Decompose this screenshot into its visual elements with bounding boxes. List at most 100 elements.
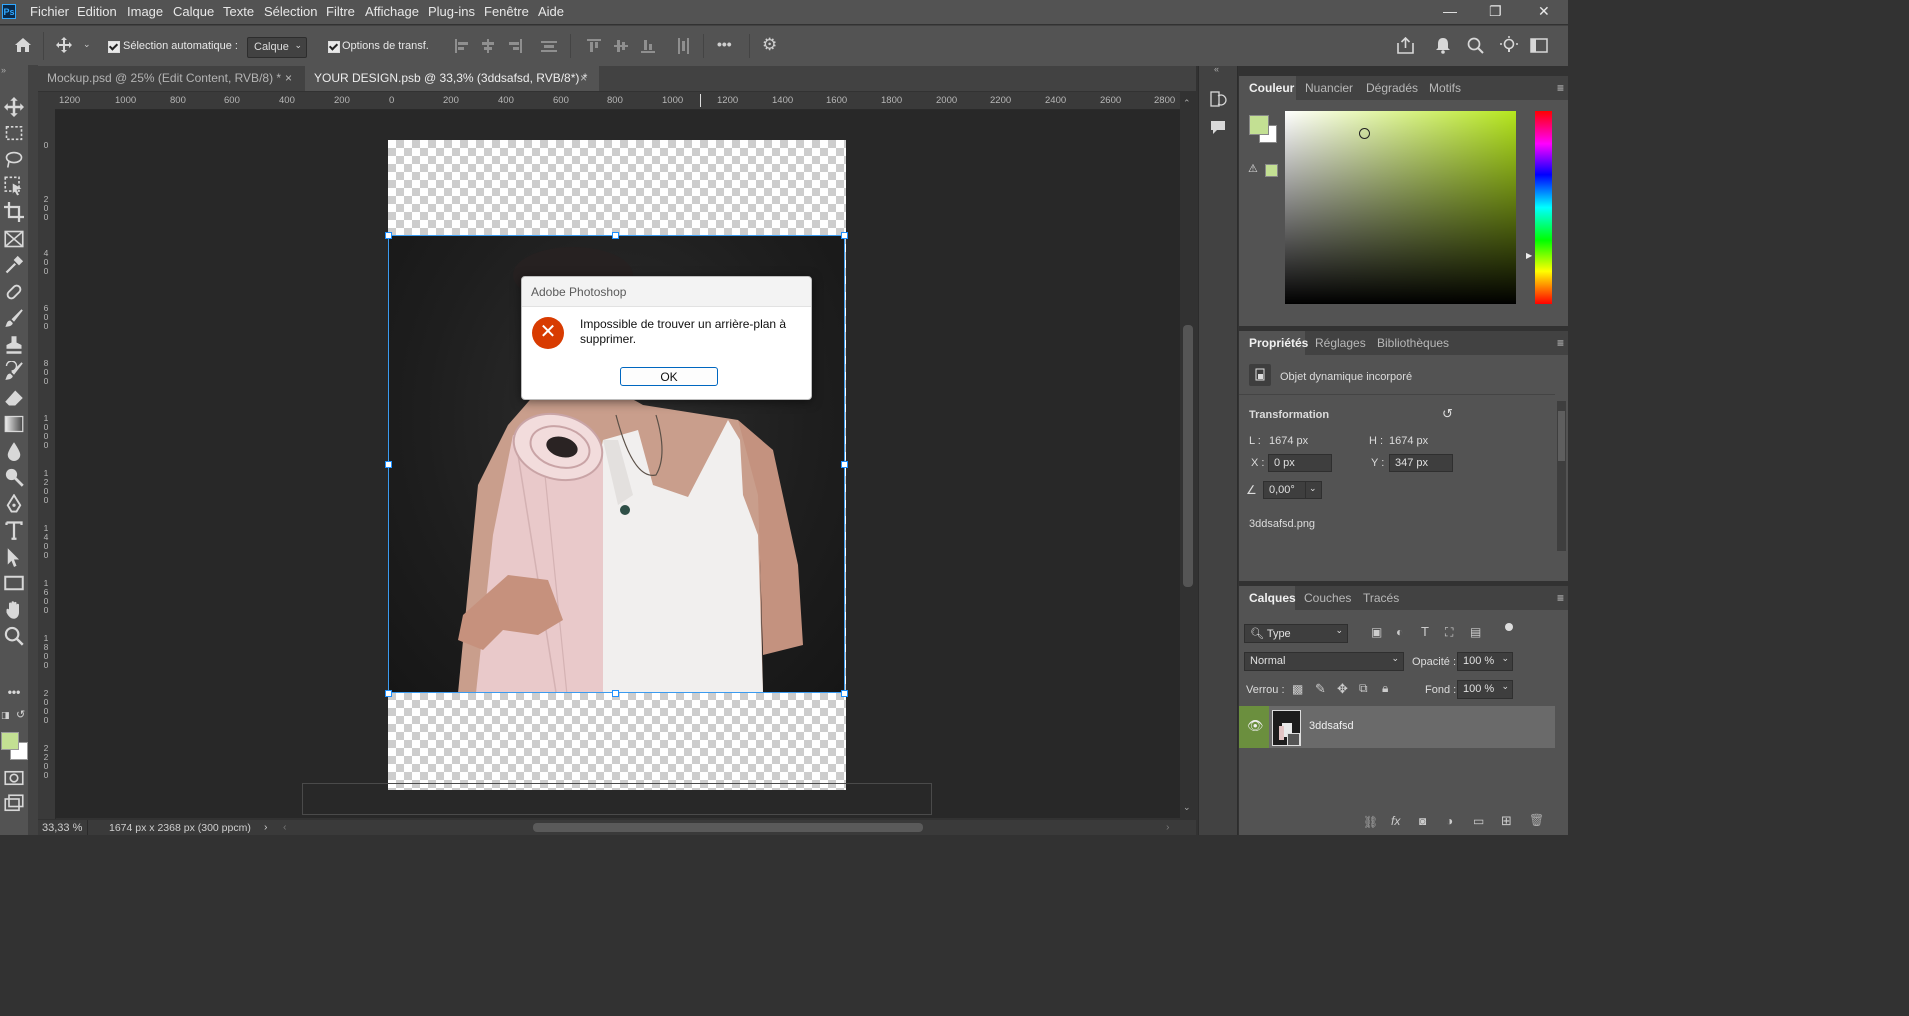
filter-adjustment-icon[interactable]: ◐: [1396, 625, 1403, 639]
tab-couches[interactable]: Couches: [1304, 591, 1351, 605]
vertical-scroll-thumb[interactable]: [1183, 325, 1193, 587]
lock-transparency-icon[interactable]: ▩: [1292, 682, 1303, 696]
transform-handle-left[interactable]: [385, 461, 392, 468]
delete-layer-icon[interactable]: 🗑︎: [1529, 813, 1544, 827]
ok-button[interactable]: OK: [620, 367, 718, 386]
lock-pixels-icon[interactable]: ✎: [1315, 681, 1326, 697]
color-picker-cursor[interactable]: [1359, 128, 1370, 139]
crop-tool-icon[interactable]: [4, 202, 24, 222]
tab-your-design[interactable]: YOUR DESIGN.psb @ 33,3% (3ddsafsd, RVB/8…: [305, 66, 599, 91]
history-panel-icon[interactable]: [1209, 90, 1227, 108]
quick-mask-icon[interactable]: [4, 768, 24, 788]
eye-icon[interactable]: 👁︎: [1247, 718, 1264, 734]
color-field[interactable]: [1285, 111, 1516, 304]
filter-type-icon[interactable]: T: [1421, 624, 1429, 639]
move-tool-icon[interactable]: [56, 37, 72, 53]
menu-image[interactable]: Image: [127, 4, 163, 19]
filter-shape-icon[interactable]: ⛶: [1445, 625, 1453, 640]
add-mask-icon[interactable]: ◙: [1419, 814, 1426, 828]
menu-calque[interactable]: Calque: [173, 4, 214, 19]
scroll-down-icon[interactable]: ⌄: [1183, 802, 1191, 813]
gamut-color-swatch[interactable]: [1265, 164, 1278, 177]
new-layer-icon[interactable]: ⊞: [1501, 813, 1512, 829]
move-tool-icon[interactable]: [4, 97, 24, 117]
type-tool-icon[interactable]: [4, 520, 24, 540]
stamp-tool-icon[interactable]: [4, 335, 24, 355]
tab-couleur[interactable]: Couleur: [1249, 81, 1294, 95]
hue-slider-marker[interactable]: ▶: [1526, 251, 1532, 260]
default-colors-icon[interactable]: ◨: [1, 710, 10, 721]
zoom-tool-icon[interactable]: [4, 626, 24, 646]
reset-transform-icon[interactable]: ↺: [1442, 406, 1453, 422]
more-icon[interactable]: •••: [717, 36, 732, 52]
zoom-level[interactable]: 33,33 %: [42, 822, 82, 834]
align-middle-icon[interactable]: [614, 39, 628, 53]
object-selection-tool-icon[interactable]: [4, 176, 24, 196]
status-menu-arrow[interactable]: ›: [264, 821, 268, 833]
workspace-icon[interactable]: [1530, 38, 1548, 53]
transform-handle-top-left[interactable]: [385, 232, 392, 239]
close-window-button[interactable]: ✕: [1538, 3, 1550, 20]
tab-traces[interactable]: Tracés: [1363, 591, 1399, 605]
rectangle-tool-icon[interactable]: [4, 573, 24, 593]
horizontal-scroll-thumb[interactable]: [533, 823, 923, 832]
filter-smart-object-icon[interactable]: ▤: [1470, 625, 1481, 639]
eraser-tool-icon[interactable]: [4, 388, 24, 408]
distribute-icon[interactable]: [541, 39, 557, 53]
close-icon[interactable]: ×: [580, 66, 587, 91]
foreground-swatch[interactable]: [1249, 115, 1269, 135]
opacity-input[interactable]: 100 % ⌄: [1457, 652, 1513, 671]
blur-tool-icon[interactable]: [4, 441, 24, 461]
x-input[interactable]: 0 px: [1268, 454, 1332, 472]
transform-handle-bottom-left[interactable]: [385, 690, 392, 697]
swap-colors-icon[interactable]: ↺: [16, 708, 25, 721]
auto-select-dropdown[interactable]: Calque ⌄: [247, 37, 307, 58]
tab-calques[interactable]: Calques: [1249, 591, 1296, 605]
transform-handle-bottom-right[interactable]: [841, 690, 848, 697]
properties-scroll-thumb[interactable]: [1558, 411, 1565, 461]
tab-bibliotheques[interactable]: Bibliothèques: [1377, 336, 1449, 350]
align-right-icon[interactable]: [508, 39, 522, 53]
filter-pixel-icon[interactable]: ▣: [1371, 625, 1382, 639]
more-tools-icon[interactable]: •••: [4, 682, 24, 702]
menu-plugins[interactable]: Plug-ins: [428, 4, 475, 19]
panel-menu-icon[interactable]: ≡: [1557, 591, 1564, 605]
tab-mockup[interactable]: Mockup.psd @ 25% (Edit Content, RVB/8) *…: [38, 66, 305, 91]
hand-tool-icon[interactable]: [4, 600, 24, 620]
menu-selection[interactable]: Sélection: [264, 4, 317, 19]
path-selection-tool-icon[interactable]: [4, 547, 24, 567]
panel-menu-icon[interactable]: ≡: [1557, 81, 1564, 95]
blend-mode-dropdown[interactable]: Normal ⌄: [1244, 652, 1404, 671]
scroll-left-icon[interactable]: ‹: [283, 821, 287, 833]
filter-toggle-icon[interactable]: [1505, 623, 1513, 631]
history-brush-tool-icon[interactable]: [4, 361, 24, 381]
menu-fenetre[interactable]: Fenêtre: [484, 4, 529, 19]
marquee-tool-icon[interactable]: [4, 123, 24, 143]
menu-filtre[interactable]: Filtre: [326, 4, 355, 19]
new-group-icon[interactable]: ▭: [1473, 814, 1484, 828]
share-icon[interactable]: [1397, 37, 1414, 54]
menu-texte[interactable]: Texte: [223, 4, 254, 19]
menu-aide[interactable]: Aide: [538, 4, 564, 19]
transform-handle-top-right[interactable]: [841, 232, 848, 239]
brush-tool-icon[interactable]: [4, 308, 24, 328]
scroll-up-icon[interactable]: ⌃: [1183, 98, 1191, 109]
lasso-tool-icon[interactable]: [4, 150, 24, 170]
lock-artboard-icon[interactable]: ⧉: [1359, 681, 1368, 696]
panel-menu-icon[interactable]: ≡: [1557, 336, 1564, 350]
hue-slider[interactable]: [1535, 111, 1552, 304]
transform-handle-right[interactable]: [841, 461, 848, 468]
properties-scrollbar[interactable]: [1557, 401, 1566, 551]
frame-tool-icon[interactable]: [4, 229, 24, 249]
align-left-icon[interactable]: [455, 39, 469, 53]
tab-degrades[interactable]: Dégradés: [1366, 81, 1418, 95]
transform-handle-top[interactable]: [612, 232, 619, 239]
restore-button[interactable]: ❐: [1489, 3, 1502, 20]
fill-input[interactable]: 100 % ⌄: [1457, 680, 1513, 699]
auto-select-checkbox[interactable]: [108, 41, 120, 53]
screen-mode-icon[interactable]: [4, 794, 24, 814]
align-top-icon[interactable]: [587, 39, 601, 53]
menu-edition[interactable]: Edition: [77, 4, 117, 19]
link-layers-icon[interactable]: ⛓︎: [1363, 815, 1378, 829]
y-input[interactable]: 347 px: [1389, 454, 1453, 472]
